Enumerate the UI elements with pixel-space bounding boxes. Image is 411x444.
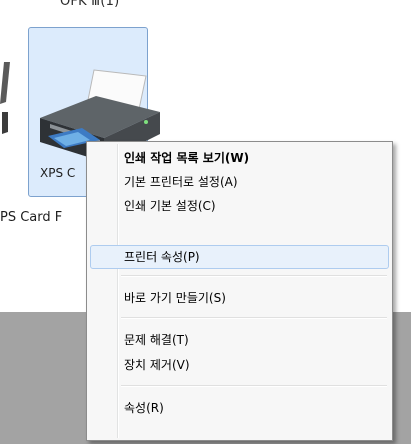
menu-item-see-print-queue[interactable]: 인쇄 작업 목록 보기(W) [90, 146, 389, 170]
menu-separator [121, 317, 387, 319]
menu-separator [121, 385, 387, 387]
menu-item-set-default-printer[interactable]: 기본 프린터로 설정(A) [90, 170, 389, 194]
printer-tile-label: XPS C [40, 166, 76, 180]
devices-and-printers-window: OFK Ⅲ(1) XPS C PS Card F 인쇄 작업 목록 보기(W) … [0, 0, 411, 444]
menu-item-printer-properties[interactable]: 프린터 속성(P) [90, 245, 389, 269]
printer-context-menu: 인쇄 작업 목록 보기(W) 기본 프린터로 설정(A) 인쇄 기본 설정(C)… [86, 141, 393, 441]
menu-item-printing-preferences[interactable]: 인쇄 기본 설정(C) [90, 194, 389, 218]
device-label-top: OFK Ⅲ(1) [60, 0, 120, 9]
partial-device-icon [0, 62, 10, 134]
menu-item-create-shortcut[interactable]: 바로 가기 만들기(S) [90, 286, 389, 310]
menu-item-troubleshoot[interactable]: 문제 해결(T) [90, 328, 389, 352]
menu-item-remove-device[interactable]: 장치 제거(V) [90, 353, 389, 377]
menu-item-properties[interactable]: 속성(R) [90, 396, 389, 420]
device-label-below: PS Card F [0, 210, 63, 225]
menu-separator [121, 275, 387, 277]
